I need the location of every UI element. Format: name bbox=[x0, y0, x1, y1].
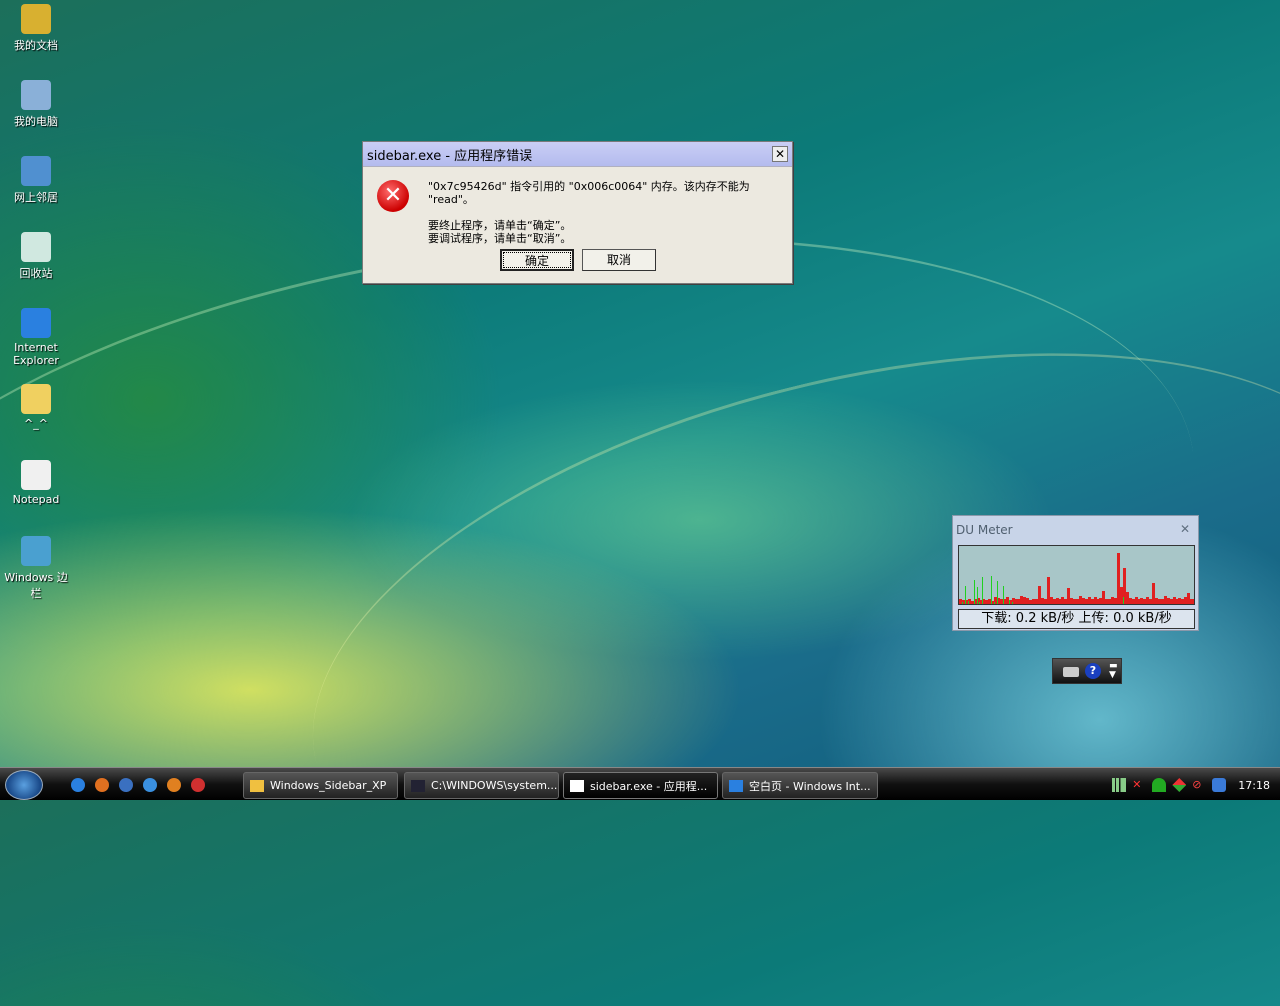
desktop-icon[interactable]: 我的文档 bbox=[0, 4, 72, 53]
taskbar-button[interactable]: 空白页 - Windows Int... bbox=[722, 772, 878, 799]
taskbar-button[interactable]: C:\WINDOWS\system... bbox=[404, 772, 559, 799]
google-icon[interactable] bbox=[191, 778, 205, 792]
ie-alt-icon[interactable] bbox=[143, 778, 157, 792]
du-meter-title: DU Meter bbox=[956, 523, 1013, 537]
system-tray: ✕ ⊘ 17:18 bbox=[1112, 778, 1270, 792]
taskbar: Windows_Sidebar_XP C:\WINDOWS\system... si… bbox=[0, 767, 1280, 800]
error-message: "0x7c95426d" 指令引用的 "0x006c0064" 内存。该内存不能… bbox=[428, 180, 750, 206]
desktop-icon[interactable]: Windows 边栏 bbox=[0, 536, 72, 601]
show-desktop-icon[interactable] bbox=[119, 778, 133, 792]
error-icon: ✕ bbox=[377, 180, 409, 212]
keyboard-icon[interactable] bbox=[1063, 667, 1079, 677]
desktop-icon-label: ^_^ bbox=[24, 417, 48, 430]
window-icon bbox=[570, 779, 584, 792]
upload-bar bbox=[1008, 600, 1010, 604]
du-meter-graph bbox=[958, 545, 1195, 605]
upload-bar bbox=[997, 581, 999, 604]
internet-explorer-icon bbox=[729, 779, 743, 792]
my-computer-icon bbox=[21, 80, 51, 110]
taskbar-button[interactable]: Windows_Sidebar_XP bbox=[243, 772, 398, 799]
network-disconnected-icon[interactable]: ✕ bbox=[1132, 778, 1146, 792]
folder-icon bbox=[250, 779, 264, 792]
du-meter-close-button[interactable]: ✕ bbox=[1180, 522, 1190, 536]
desktop-icon-label: Windows 边栏 bbox=[4, 571, 68, 600]
firefox-icon[interactable] bbox=[95, 778, 109, 792]
volume-muted-icon[interactable]: ⊘ bbox=[1192, 778, 1206, 792]
du-meter-tray-icon[interactable] bbox=[1172, 778, 1187, 792]
taskbar-button[interactable]: sidebar.exe - 应用程... bbox=[563, 772, 718, 799]
desktop-icon-label: 回收站 bbox=[19, 267, 53, 280]
start-button[interactable] bbox=[5, 770, 43, 800]
my-documents-icon bbox=[21, 4, 51, 34]
download-bar bbox=[1193, 599, 1194, 604]
upload-bar bbox=[1002, 586, 1004, 604]
scroll-arrows-icon[interactable]: ▬ ▼ bbox=[1109, 662, 1118, 680]
desktop-icon[interactable]: 回收站 bbox=[0, 232, 72, 281]
upload-bar bbox=[967, 601, 969, 604]
ok-button[interactable]: 确定 bbox=[500, 249, 574, 271]
help-icon[interactable]: ? bbox=[1085, 663, 1101, 679]
media-player-icon[interactable] bbox=[167, 778, 181, 792]
dialog-titlebar[interactable]: sidebar.exe - 应用程序错误 bbox=[363, 142, 792, 167]
task-label: sidebar.exe - 应用程... bbox=[590, 779, 708, 793]
du-meter-widget: DU Meter ✕ 下载: 0.2 kB/秒 上传: 0.0 kB/秒 bbox=[952, 515, 1199, 631]
upload-bar bbox=[979, 602, 981, 604]
desktop-icon[interactable]: 我的电脑 bbox=[0, 80, 72, 129]
signal-icon[interactable] bbox=[1112, 778, 1127, 792]
windows-sidebar-icon bbox=[21, 536, 51, 566]
dialog-close-button[interactable]: ✕ bbox=[772, 146, 788, 162]
security-icon[interactable] bbox=[1212, 778, 1227, 792]
desktop-icon-label: Internet Explorer bbox=[13, 341, 59, 367]
desktop-icon[interactable]: Notepad bbox=[0, 460, 72, 506]
notepad-icon bbox=[21, 460, 51, 490]
terminate-hint: 要终止程序，请单击“确定”。 bbox=[428, 219, 572, 232]
upload-bar bbox=[1011, 601, 1013, 604]
recycle-bin-icon bbox=[21, 232, 51, 262]
desktop-icon[interactable]: 网上邻居 bbox=[0, 156, 72, 205]
umbrella-icon[interactable] bbox=[1152, 778, 1167, 792]
internet-explorer-icon[interactable] bbox=[71, 778, 85, 792]
desktop-icon[interactable]: ^_^ bbox=[0, 384, 72, 430]
task-label: C:\WINDOWS\system... bbox=[431, 779, 558, 792]
internet-explorer-icon bbox=[21, 308, 51, 338]
upload-bar bbox=[973, 580, 975, 604]
clock[interactable]: 17:18 bbox=[1238, 779, 1270, 792]
desktop-icon-label: 我的文档 bbox=[14, 39, 58, 52]
network-icon bbox=[21, 156, 51, 186]
sidebar-control-bar: ? ▬ ▼ bbox=[1052, 658, 1122, 684]
desktop-icon[interactable]: Internet Explorer bbox=[0, 308, 72, 367]
error-dialog: sidebar.exe - 应用程序错误 ✕ ✕ "0x7c95426d" 指令… bbox=[362, 141, 793, 284]
task-label: 空白页 - Windows Int... bbox=[749, 779, 871, 793]
cmd-icon bbox=[411, 779, 425, 792]
cancel-button[interactable]: 取消 bbox=[582, 249, 656, 271]
debug-hint: 要调试程序，请单击“取消”。 bbox=[428, 232, 572, 245]
folder-icon bbox=[21, 384, 51, 414]
upload-bar bbox=[976, 587, 978, 604]
desktop-icon-label: 网上邻居 bbox=[14, 191, 58, 204]
upload-bar bbox=[964, 586, 966, 604]
du-meter-status: 下载: 0.2 kB/秒 上传: 0.0 kB/秒 bbox=[958, 609, 1195, 629]
upload-bar bbox=[1122, 596, 1124, 604]
upload-bar bbox=[994, 602, 996, 604]
upload-bar bbox=[961, 601, 963, 604]
upload-bar bbox=[982, 577, 984, 604]
task-label: Windows_Sidebar_XP bbox=[270, 779, 387, 792]
desktop-icon-label: 我的电脑 bbox=[14, 115, 58, 128]
upload-bar bbox=[991, 576, 993, 604]
dialog-title: sidebar.exe - 应用程序错误 bbox=[367, 148, 533, 164]
desktop-icon-label: Notepad bbox=[12, 493, 60, 506]
